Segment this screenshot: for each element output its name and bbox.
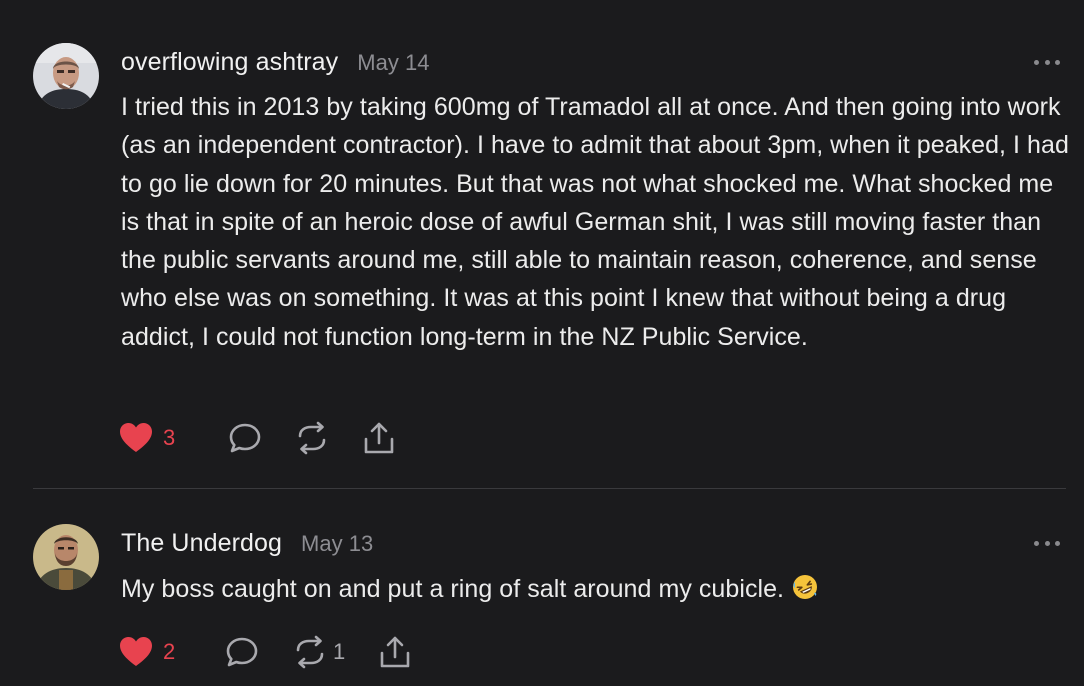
reply-button[interactable] [224, 632, 260, 672]
share-button[interactable] [362, 418, 396, 458]
heart-icon [120, 423, 152, 452]
like-count: 2 [163, 639, 176, 664]
comment-divider [33, 488, 1066, 489]
restack-button[interactable] [295, 418, 339, 458]
share-button[interactable] [378, 632, 412, 672]
more-options-button[interactable] [1034, 58, 1060, 66]
restack-count: 1 [333, 639, 346, 664]
restack-button[interactable]: 1 [293, 632, 345, 672]
heart-icon [120, 637, 152, 666]
avatar[interactable] [33, 524, 99, 590]
bearded-man-avatar [33, 524, 99, 590]
restack-icon [296, 635, 324, 669]
comment-text-container: My boss caught on and put a ring of salt… [121, 570, 1071, 608]
like-button[interactable]: 3 [119, 418, 175, 458]
avatar[interactable] [33, 43, 99, 109]
reply-button[interactable] [227, 418, 263, 458]
comment-date[interactable]: May 13 [301, 531, 373, 557]
author-name[interactable]: overflowing ashtray [121, 48, 338, 77]
comment-date[interactable]: May 14 [357, 50, 429, 76]
more-options-button[interactable] [1034, 539, 1060, 547]
rolling-on-floor-laughing-emoji [793, 575, 818, 599]
like-button[interactable]: 2 [119, 632, 175, 672]
man-with-cigarette-avatar [33, 43, 99, 109]
comment-icon [229, 423, 261, 453]
comment-text: I tried this in 2013 by taking 600mg of … [121, 93, 1069, 351]
comment-text: My boss caught on and put a ring of salt… [121, 575, 785, 603]
share-icon [380, 636, 410, 668]
comment-icon [226, 637, 258, 667]
comment-header: The Underdog May 13 [121, 529, 373, 558]
share-icon [364, 422, 394, 454]
restack-icon [298, 421, 326, 455]
comment-header: overflowing ashtray May 14 [121, 48, 429, 77]
like-count: 3 [163, 425, 176, 450]
author-name[interactable]: The Underdog [121, 529, 282, 558]
more-icon [1034, 59, 1039, 65]
more-icon [1034, 540, 1039, 546]
